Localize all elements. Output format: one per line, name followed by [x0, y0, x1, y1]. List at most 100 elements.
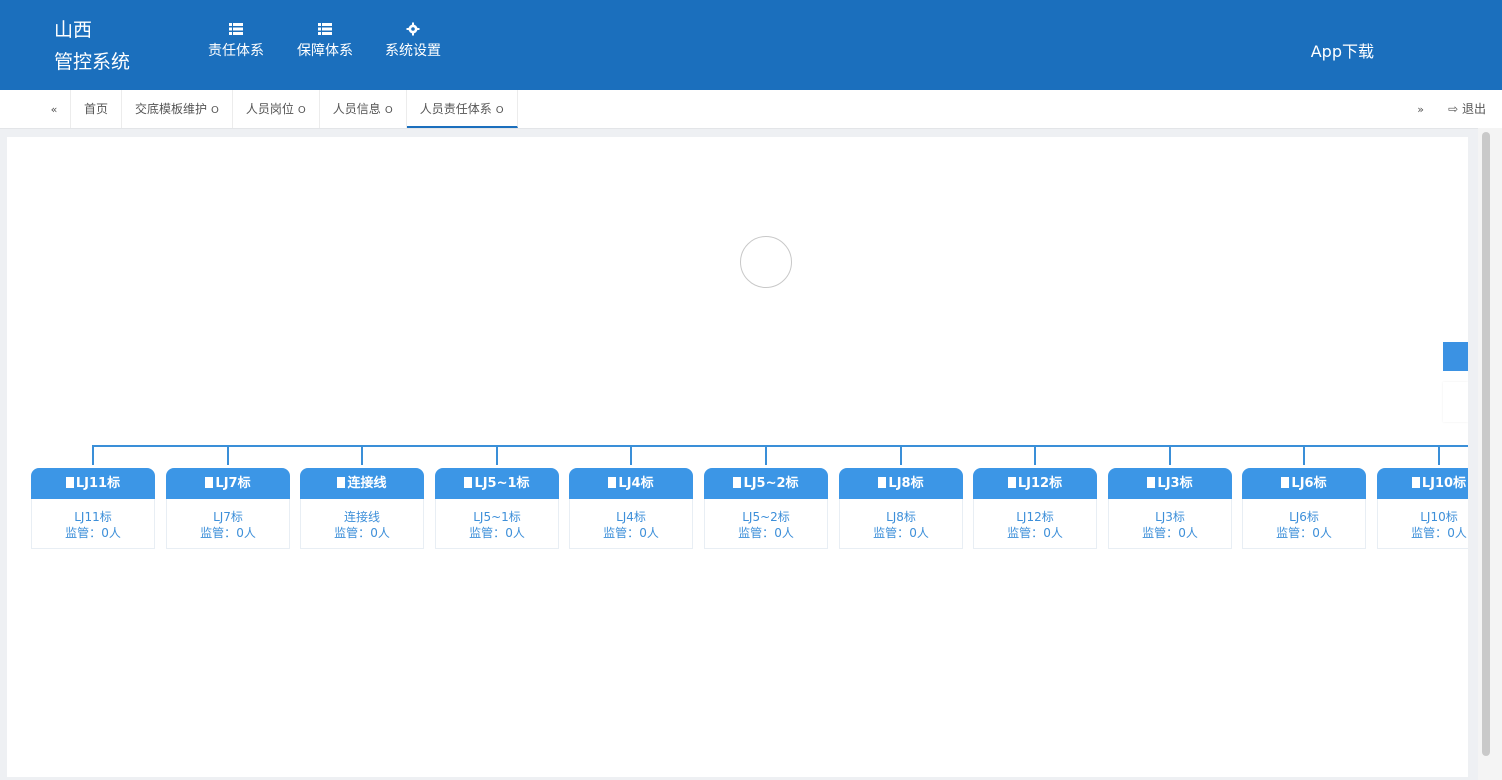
org-node[interactable]: LJ8标 LJ8标 监管：0人 [839, 468, 963, 549]
document-icon [608, 477, 617, 488]
connector-vertical [496, 445, 498, 465]
document-icon [205, 477, 214, 488]
org-node-title: LJ5~2标 [743, 476, 799, 491]
org-node-supervisor: 监管：0人 [301, 525, 423, 541]
tab-bar: « 首页 交底模板维护 O 人员岗位 O 人员信息 O 人员责任体系 O » ⇨ 退出 [0, 90, 1502, 129]
supervisor-label: 监管： [603, 526, 640, 540]
org-node[interactable]: LJ5~1标 LJ5~1标 监管：0人 [435, 468, 559, 549]
supervisor-count: 0人 [505, 526, 525, 540]
org-node-body: LJ7标 监管：0人 [166, 499, 290, 549]
org-node-supervisor: 监管：0人 [167, 525, 289, 541]
nav-label: 系统设置 [385, 43, 441, 59]
tab-close-icon[interactable]: O [298, 105, 306, 116]
org-node-name: LJ4标 [616, 510, 646, 524]
org-node-body: LJ5~2标 监管：0人 [704, 499, 828, 549]
org-node-supervisor: 监管：0人 [705, 525, 827, 541]
org-node-header[interactable]: LJ12标 [973, 468, 1097, 499]
org-node[interactable]: LJ10标 LJ10标 监管：0人 [1377, 468, 1468, 549]
connector-horizontal [92, 445, 1468, 447]
supervisor-count: 0人 [909, 526, 929, 540]
connector-vertical [900, 445, 902, 465]
org-chart-panel: LJ11标 LJ11标 监管：0人 LJ7标 LJ7标 监管：0人 连接线 连接线 监管：0人 L… [7, 137, 1468, 777]
org-node-header[interactable]: LJ5~2标 [704, 468, 828, 499]
nav-guarantee[interactable]: 保障体系 [297, 22, 353, 60]
org-node-supervisor: 监管：0人 [1243, 525, 1365, 541]
org-node-body: LJ3标监管：0人 [1108, 499, 1232, 549]
org-node[interactable]: LJ12标 LJ12标 监管：0人 [973, 468, 1097, 549]
org-node-header[interactable]: LJ7标 [166, 468, 290, 499]
tab-scroll-left-button[interactable]: « [38, 90, 71, 128]
tab-home[interactable]: 首页 [71, 90, 123, 128]
supervisor-label: 监管： [738, 526, 775, 540]
tab-personnel-position[interactable]: 人员岗位 O [233, 90, 320, 128]
top-header: 山西 管控系统 责任体系 保障体系 系统设置 App下载 [0, 0, 1502, 90]
nav-settings[interactable]: 系统设置 [385, 22, 441, 60]
org-node-body: LJ8标 监管：0人 [839, 499, 963, 549]
list-icon [318, 23, 332, 35]
org-node-name: LJ5~2标 [742, 510, 790, 524]
org-node-header[interactable]: LJ6标 [1242, 468, 1366, 499]
org-node-header[interactable]: LJ10标 [1377, 468, 1468, 499]
org-node-header[interactable]: LJ5~1标 [435, 468, 559, 499]
gear-icon [406, 22, 420, 36]
org-node-header[interactable]: LJ11标 [31, 468, 155, 499]
tab-personnel-responsibility[interactable]: 人员责任体系 O [406, 90, 518, 128]
app-download-link[interactable]: App下载 [1311, 38, 1374, 62]
org-node-supervisor: 监管：0人 [840, 525, 962, 541]
tab-close-icon[interactable]: O [496, 105, 504, 116]
connector-vertical [227, 445, 229, 465]
org-node-supervisor: 监管：0人 [436, 525, 558, 541]
tab-personnel-info[interactable]: 人员信息 O [320, 90, 407, 128]
nav-label: 保障体系 [297, 43, 353, 59]
org-node-header[interactable]: LJ3标 [1108, 468, 1232, 499]
tab-scroll-right-button[interactable]: » [1417, 90, 1424, 130]
supervisor-count: 0人 [1178, 526, 1198, 540]
org-root-node[interactable] [740, 236, 792, 288]
org-node-title: LJ12标 [1017, 476, 1063, 491]
tab-label: 首页 [84, 102, 109, 116]
org-node-title: LJ5~1标 [474, 476, 530, 491]
logo-line-2: 管控系统 [54, 51, 131, 73]
org-node-name: LJ6标 [1289, 510, 1319, 524]
tab-close-icon[interactable]: O [385, 105, 393, 116]
org-node-header[interactable]: LJ4标 [569, 468, 693, 499]
org-node-supervisor: 监管：0人 [974, 525, 1096, 541]
org-node-header[interactable]: LJ8标 [839, 468, 963, 499]
document-icon [878, 477, 887, 488]
supervisor-label: 监管： [1142, 526, 1179, 540]
supervisor-count: 0人 [370, 526, 390, 540]
org-node[interactable]: LJ11标 LJ11标 监管：0人 [31, 468, 155, 549]
connector-vertical [765, 445, 767, 465]
connector-vertical [361, 445, 363, 465]
side-widget-button[interactable] [1443, 342, 1468, 371]
logout-icon: ⇨ [1448, 102, 1459, 116]
org-node-name: LJ3标 [1155, 510, 1185, 524]
org-node[interactable]: LJ7标 LJ7标 监管：0人 [166, 468, 290, 549]
org-node[interactable]: LJ5~2标 LJ5~2标 监管：0人 [704, 468, 828, 549]
supervisor-count: 0人 [1447, 526, 1467, 540]
supervisor-label: 监管： [469, 526, 506, 540]
tab-template-maintenance[interactable]: 交底模板维护 O [122, 90, 233, 128]
supervisor-label: 监管： [200, 526, 237, 540]
supervisor-count: 0人 [1043, 526, 1063, 540]
org-node[interactable]: LJ4标 LJ4标 监管：0人 [569, 468, 693, 549]
org-node-body: LJ11标 监管：0人 [31, 499, 155, 549]
nav-responsibility[interactable]: 责任体系 [208, 22, 264, 60]
org-node[interactable]: LJ3标 LJ3标 监管：0人 [1108, 468, 1232, 549]
tab-label: 人员岗位 [245, 102, 294, 116]
org-node-header[interactable]: 连接线 [300, 468, 424, 499]
tab-close-icon[interactable]: O [211, 105, 219, 116]
org-node[interactable]: LJ6标 LJ6标 监管：0人 [1242, 468, 1366, 549]
org-node-title: LJ8标 [888, 476, 924, 491]
org-node-name: LJ8标 [886, 510, 916, 524]
org-node-name: LJ11标 [74, 510, 112, 524]
connector-vertical [1034, 445, 1036, 465]
tab-label: 交底模板维护 [135, 102, 208, 116]
supervisor-label: 监管： [1411, 526, 1448, 540]
org-node-supervisor: 监管：0人 [1378, 525, 1468, 541]
org-node-body: LJ6标 监管：0人 [1242, 499, 1366, 549]
logout-button[interactable]: ⇨ 退出 [1448, 90, 1486, 128]
org-node-body: 连接线 监管：0人 [300, 499, 424, 549]
org-node[interactable]: 连接线 连接线 监管：0人 [300, 468, 424, 549]
page-scrollbar-thumb[interactable] [1482, 132, 1490, 756]
